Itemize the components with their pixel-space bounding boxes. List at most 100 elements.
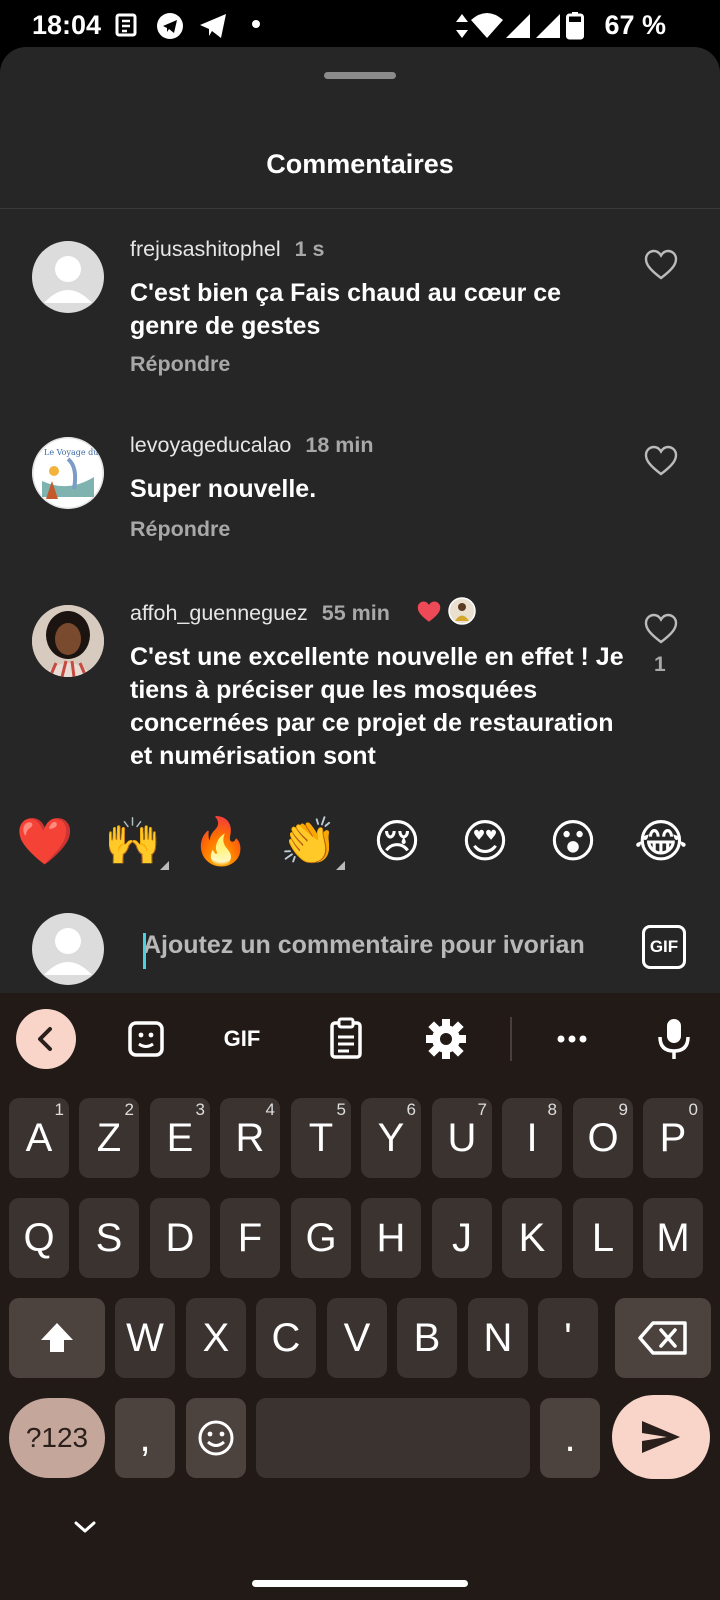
avatar[interactable]: Le Voyage du Calao bbox=[32, 437, 104, 509]
reaction-heart-eyes[interactable]: 😍 bbox=[450, 791, 520, 891]
reaction-wow[interactable]: 😮 bbox=[538, 791, 608, 891]
avatar[interactable] bbox=[32, 241, 104, 313]
key-label: A bbox=[25, 1116, 53, 1160]
username[interactable]: affoh_guenneguez bbox=[130, 601, 308, 625]
send-key[interactable] bbox=[612, 1395, 710, 1479]
telegram-icon bbox=[200, 14, 226, 38]
key-g[interactable]: G bbox=[291, 1198, 351, 1278]
default-avatar-icon bbox=[44, 256, 92, 303]
emoji-key[interactable] bbox=[186, 1398, 246, 1478]
telegram-circle-icon bbox=[157, 13, 183, 39]
key-m[interactable]: M bbox=[643, 1198, 703, 1278]
comments-list[interactable]: frejusashitophel 1 s C'est bien ça Fais c… bbox=[0, 209, 720, 791]
reaction-raised-hands[interactable]: 🙌 bbox=[98, 791, 168, 891]
comment-input[interactable]: Ajoutez un commentaire pour ivorian bbox=[143, 931, 585, 960]
sticker-icon[interactable] bbox=[122, 1015, 170, 1063]
like-count: 1 bbox=[654, 653, 666, 676]
key-z[interactable]: Z2 bbox=[79, 1098, 139, 1178]
hide-keyboard-chevron-icon[interactable] bbox=[72, 1518, 98, 1536]
data-transfer-icon bbox=[456, 14, 468, 38]
key-t[interactable]: T5 bbox=[291, 1098, 351, 1178]
key-i[interactable]: I8 bbox=[502, 1098, 562, 1178]
key-c[interactable]: C bbox=[256, 1298, 316, 1378]
reaction-heart[interactable]: ❤️ bbox=[10, 791, 80, 891]
reaction-cry[interactable]: 😢 bbox=[362, 791, 432, 891]
drag-handle[interactable] bbox=[324, 72, 396, 79]
my-avatar bbox=[32, 913, 104, 985]
key-s[interactable]: S bbox=[79, 1198, 139, 1278]
gesture-navigation-bar[interactable] bbox=[252, 1580, 468, 1587]
key-k[interactable]: K bbox=[502, 1198, 562, 1278]
comment-header: levoyageducalao 18 min bbox=[130, 433, 374, 458]
key-w[interactable]: W bbox=[115, 1298, 175, 1378]
wifi-icon bbox=[471, 13, 503, 38]
comma-key[interactable]: , bbox=[115, 1398, 175, 1478]
battery-icon bbox=[566, 12, 584, 40]
default-avatar-icon bbox=[44, 928, 92, 975]
key-p[interactable]: P0 bbox=[643, 1098, 703, 1178]
key-hint: 5 bbox=[336, 1100, 346, 1119]
toolbar-separator bbox=[510, 1017, 512, 1061]
key-b[interactable]: B bbox=[397, 1298, 457, 1378]
key-label: R bbox=[235, 1116, 265, 1160]
comment-text: C'est bien ça Fais chaud au cœur ce genr… bbox=[130, 279, 562, 340]
key-l[interactable]: L bbox=[573, 1198, 633, 1278]
avatar[interactable] bbox=[32, 605, 104, 677]
key-e[interactable]: E3 bbox=[150, 1098, 210, 1178]
key-f[interactable]: F bbox=[220, 1198, 280, 1278]
username[interactable]: frejusashitophel bbox=[130, 237, 281, 261]
heart-icon[interactable] bbox=[644, 249, 678, 281]
comments-sheet: Commentaires frejusashitophel 1 s C'est b… bbox=[0, 47, 720, 997]
reaction-fire[interactable]: 🔥 bbox=[186, 791, 256, 891]
symbols-key[interactable]: ?123 bbox=[9, 1398, 105, 1478]
keyboard-back-button[interactable] bbox=[16, 1009, 76, 1069]
key-label: O bbox=[587, 1116, 619, 1160]
key-n[interactable]: N bbox=[468, 1298, 528, 1378]
settings-gear-icon[interactable] bbox=[422, 1015, 470, 1063]
shift-key[interactable] bbox=[9, 1298, 105, 1378]
key-y[interactable]: Y6 bbox=[361, 1098, 421, 1178]
status-bar: 18:04 67 % bbox=[0, 0, 720, 52]
microphone-icon[interactable] bbox=[650, 1015, 698, 1063]
signal-icon-2 bbox=[536, 14, 560, 38]
send-arrow-icon bbox=[642, 1421, 680, 1453]
key-q[interactable]: Q bbox=[9, 1198, 69, 1278]
heart-icon[interactable] bbox=[644, 445, 678, 477]
skin-tone-indicator-icon bbox=[160, 861, 169, 870]
key-u[interactable]: U7 bbox=[432, 1098, 492, 1178]
username[interactable]: levoyageducalao bbox=[130, 433, 291, 457]
heart-icon[interactable] bbox=[644, 613, 678, 645]
quick-reactions: ❤️ 🙌 🔥 👏 😢 😍 😮 😂 bbox=[0, 791, 720, 891]
gif-keyboard-button[interactable]: GIF bbox=[218, 1015, 266, 1063]
key-o[interactable]: O9 bbox=[573, 1098, 633, 1178]
key-label: E bbox=[166, 1116, 194, 1160]
key-h[interactable]: H bbox=[361, 1198, 421, 1278]
backspace-key[interactable] bbox=[615, 1298, 711, 1378]
backspace-icon bbox=[638, 1321, 687, 1355]
comment-composer: Ajoutez un commentaire pour ivorian GIF bbox=[0, 901, 720, 997]
profile-photo bbox=[32, 605, 104, 677]
clipboard-icon[interactable] bbox=[322, 1015, 370, 1063]
key-j[interactable]: J bbox=[432, 1198, 492, 1278]
reply-button[interactable]: Répondre bbox=[130, 352, 230, 377]
le-voyage-du-calao-logo: Le Voyage du Calao bbox=[32, 437, 104, 509]
reply-button[interactable]: Répondre bbox=[130, 517, 230, 542]
keyboard-toolbar: GIF bbox=[0, 993, 720, 1083]
period-key[interactable]: . bbox=[540, 1398, 600, 1478]
gif-button[interactable]: GIF bbox=[642, 925, 686, 969]
reaction-clap[interactable]: 👏 bbox=[274, 791, 344, 891]
comment-time: 55 min bbox=[321, 601, 390, 625]
key-hint: 9 bbox=[618, 1100, 628, 1119]
creator-liked-heart-icon bbox=[417, 601, 441, 622]
more-options-icon[interactable] bbox=[548, 1015, 596, 1063]
key-a[interactable]: A1 bbox=[9, 1098, 69, 1178]
key-apostrophe[interactable]: ' bbox=[538, 1298, 598, 1378]
space-key[interactable] bbox=[256, 1398, 530, 1478]
reaction-laugh[interactable]: 😂 bbox=[626, 791, 696, 891]
key-label: Y bbox=[377, 1116, 405, 1160]
key-r[interactable]: R4 bbox=[220, 1098, 280, 1178]
key-d[interactable]: D bbox=[150, 1198, 210, 1278]
key-hint: 0 bbox=[688, 1100, 698, 1119]
key-v[interactable]: V bbox=[327, 1298, 387, 1378]
key-x[interactable]: X bbox=[186, 1298, 246, 1378]
